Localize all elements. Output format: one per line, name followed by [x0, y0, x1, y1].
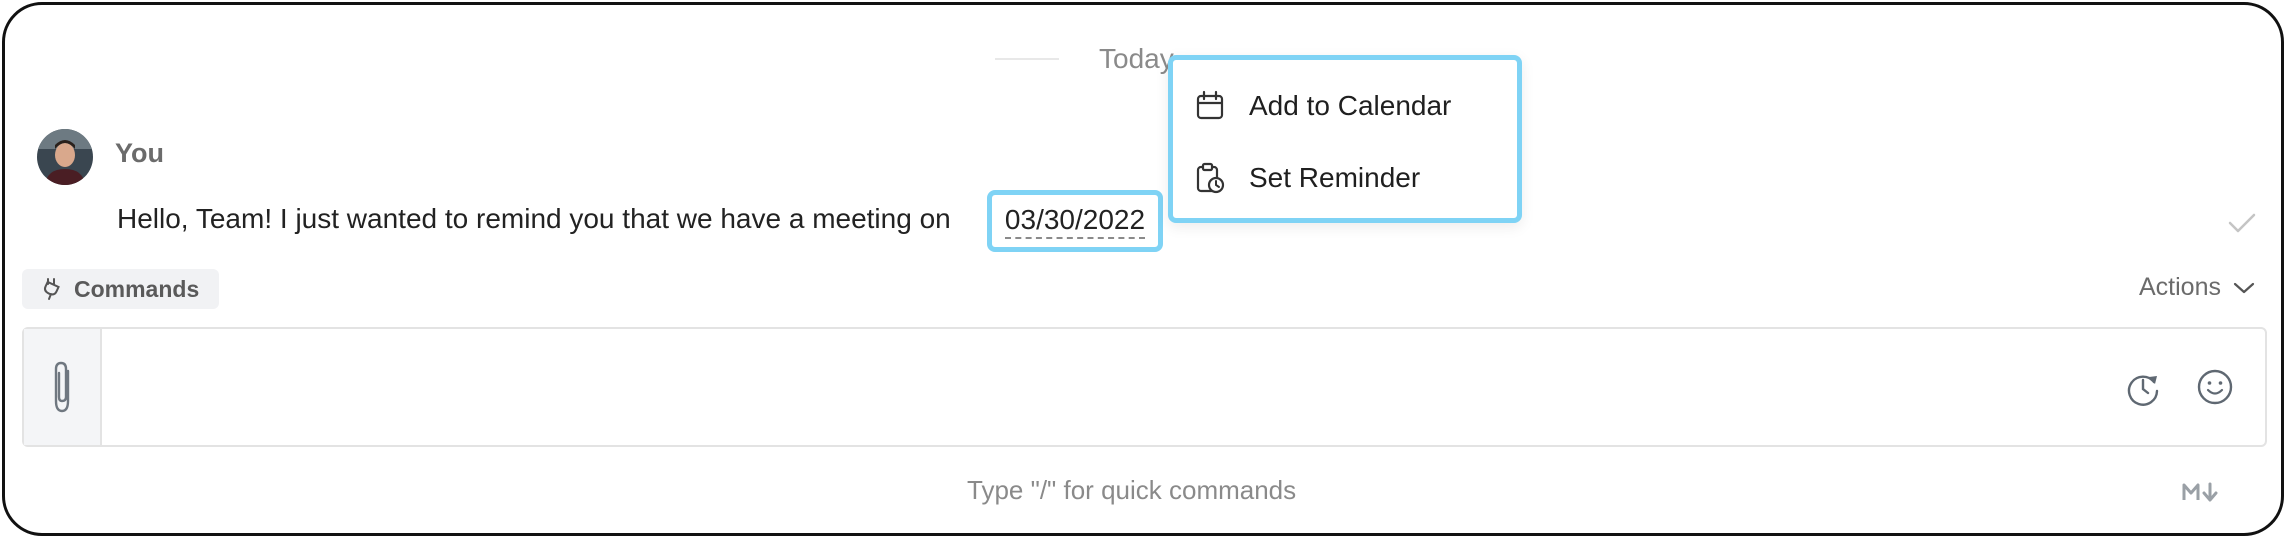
avatar[interactable]	[37, 129, 93, 185]
calendar-icon	[1196, 90, 1224, 120]
divider-line	[995, 58, 1059, 60]
schedule-send-icon[interactable]	[2124, 369, 2162, 407]
add-to-calendar-item[interactable]: Add to Calendar	[1195, 90, 1451, 122]
markdown-icon[interactable]	[2181, 480, 2225, 504]
commands-label: Commands	[74, 275, 200, 302]
chevron-down-icon	[2233, 282, 2255, 293]
actions-label: Actions	[2139, 273, 2221, 301]
date-context-menu: Add to Calendar Set Reminder	[1168, 55, 1522, 223]
checkmark-icon	[2228, 213, 2256, 233]
chat-window: Today You Hello, Team! I just wanted to …	[2, 2, 2284, 536]
quick-commands-hint: Type "/" for quick commands	[967, 475, 1297, 505]
date-text: 03/30/2022	[1004, 204, 1146, 239]
actions-dropdown[interactable]: Actions	[2139, 273, 2255, 302]
date-link[interactable]: 03/30/2022	[987, 190, 1163, 252]
message-input[interactable]	[120, 359, 2104, 417]
clipboard-clock-icon	[1196, 162, 1225, 194]
add-to-calendar-label: Add to Calendar	[1249, 90, 1452, 121]
message-author: You	[115, 138, 164, 168]
message-text: Hello, Team! I just wanted to remind you…	[117, 203, 951, 234]
set-reminder-item[interactable]: Set Reminder	[1195, 162, 1420, 194]
day-label: Today	[1099, 43, 1174, 74]
set-reminder-label: Set Reminder	[1249, 162, 1421, 193]
message-composer	[22, 327, 2267, 447]
day-divider: Today	[995, 43, 1174, 75]
emoji-icon[interactable]	[2196, 368, 2234, 406]
paperclip-icon	[54, 361, 70, 413]
plug-icon	[43, 278, 60, 300]
commands-button[interactable]: Commands	[22, 269, 220, 309]
attach-button[interactable]	[24, 329, 102, 445]
